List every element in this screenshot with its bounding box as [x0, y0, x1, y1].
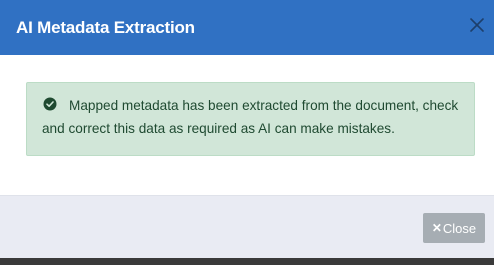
success-alert: Mapped metadata has been extracted from … — [26, 82, 475, 156]
dialog-title: AI Metadata Extraction — [16, 18, 195, 37]
alert-message: Mapped metadata has been extracted from … — [42, 98, 459, 136]
dialog-footer: ✕ Close — [0, 195, 494, 258]
close-button[interactable]: ✕ Close — [423, 213, 485, 243]
close-button-label: Close — [442, 220, 477, 236]
close-button-icon: ✕ — [431, 221, 442, 235]
close-icon[interactable] — [466, 14, 488, 36]
ai-metadata-extraction-dialog: AI Metadata Extraction Mapped metadata h… — [0, 0, 494, 258]
page-backdrop — [0, 258, 494, 265]
dialog-header: AI Metadata Extraction — [0, 0, 494, 55]
dialog-body: Mapped metadata has been extracted from … — [0, 55, 494, 195]
